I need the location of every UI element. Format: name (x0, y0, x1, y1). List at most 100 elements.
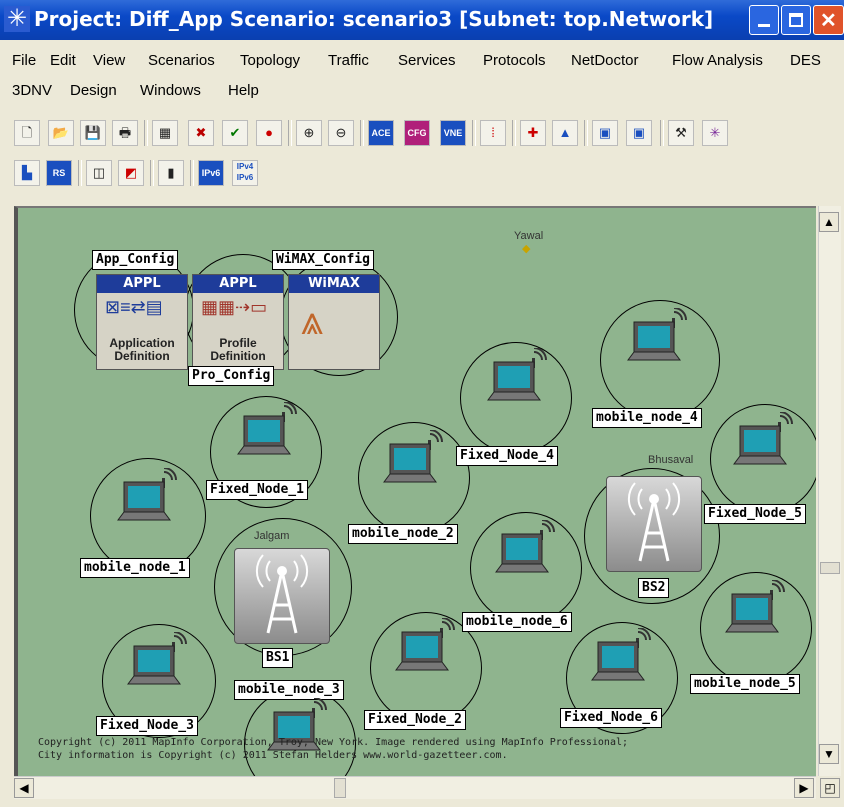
laptop-node[interactable] (114, 467, 184, 539)
scroll-left-button[interactable]: ◀ (14, 778, 34, 798)
menu-edit[interactable]: Edit (50, 52, 76, 69)
node-label: Fixed_Node_4 (456, 446, 558, 466)
menu-view[interactable]: View (93, 52, 125, 69)
vertical-scrollbar[interactable]: ▲ ▼ (818, 206, 841, 776)
zoom-out-icon[interactable]: ⊖ (328, 120, 354, 146)
ipv6-icon[interactable]: IPv6 (198, 160, 224, 186)
menu-protocols[interactable]: Protocols (483, 52, 546, 69)
menu-flow-analysis[interactable]: Flow Analysis (672, 52, 763, 69)
laptop-node[interactable] (234, 401, 304, 473)
toolbar-separator (190, 160, 194, 186)
cfg-icon[interactable]: CFG (404, 120, 430, 146)
menu-help[interactable]: Help (228, 82, 259, 99)
close-button[interactable]: ✕ (813, 5, 844, 35)
menu-topology[interactable]: Topology (240, 52, 300, 69)
grid-b-icon[interactable]: ▣ (626, 120, 652, 146)
node-label: BS1 (262, 648, 294, 668)
toolbar-separator (660, 120, 664, 146)
menu-file[interactable]: File (12, 52, 36, 69)
laptop-icon (627, 307, 687, 361)
horizontal-scroll-thumb[interactable] (334, 778, 346, 798)
laptop-icon (591, 627, 651, 681)
scroll-down-button[interactable]: ▼ (819, 744, 839, 764)
laptop-node[interactable] (392, 617, 462, 689)
antenna-tower-icon (255, 554, 309, 634)
node-label: mobile_node_6 (462, 612, 572, 632)
ipv4-ipv6-icon[interactable]: IPv4 IPv6 (232, 160, 258, 186)
application-definition-object[interactable]: APPL ⊠≡⇄▤ Application Definition (96, 274, 188, 370)
scroll-right-button[interactable]: ▶ (794, 778, 814, 798)
maximize-button[interactable] (781, 5, 811, 35)
node-label: mobile_node_5 (690, 674, 800, 694)
laptop-icon (487, 347, 547, 401)
node-label: mobile_node_4 (592, 408, 702, 428)
delete-icon[interactable]: ✖ (188, 120, 214, 146)
horizontal-scrollbar[interactable]: ◀ ▶ (14, 776, 816, 799)
verify-links-icon[interactable]: ✔ (222, 120, 248, 146)
wimax-config-object[interactable]: WiMAX ⩓ (288, 274, 380, 370)
configure-run-icon[interactable]: ✚ (520, 120, 546, 146)
vne-icon[interactable]: VNE (440, 120, 466, 146)
toolbar-separator (472, 120, 476, 146)
triangle-icon[interactable]: ▲ (552, 120, 578, 146)
toolbar-primary: 🗋 📂 💾 🖶 ▦ ✖ ✔ ● ⊕ ⊖ ACE CFG VNE ⁞ ✚ ▲ ▣ … (0, 114, 844, 152)
base-station-bs2[interactable] (606, 476, 702, 572)
minimize-button[interactable] (749, 5, 779, 35)
laptop-node[interactable] (588, 627, 658, 699)
base-station-bs1[interactable] (234, 548, 330, 644)
fail-node-icon[interactable]: ● (256, 120, 282, 146)
laptop-node[interactable] (492, 519, 562, 591)
config-header: APPL (193, 275, 283, 293)
laptop-node[interactable] (124, 631, 194, 703)
corner-resize-icon[interactable]: ◰ (820, 778, 840, 798)
menu-scenarios[interactable]: Scenarios (148, 52, 215, 69)
grid-a-icon[interactable]: ▣ (592, 120, 618, 146)
network-workspace[interactable]: Yawal ◆ Bhusaval Jalgam APPL ⊠≡⇄▤ Applica… (14, 206, 816, 776)
node-label: App_Config (92, 250, 179, 270)
antenna-tower-icon (627, 482, 681, 562)
zoom-in-icon[interactable]: ⊕ (296, 120, 322, 146)
laptop-node[interactable] (624, 307, 694, 379)
node-label: BS2 (638, 578, 670, 598)
network-icon[interactable]: ✳ (702, 120, 728, 146)
profile-definition-object[interactable]: APPL ▦▦⇢▭ Profile Definition (192, 274, 284, 370)
menu-3dnv[interactable]: 3DNV (12, 82, 52, 99)
vertical-scroll-thumb[interactable] (820, 562, 840, 574)
scroll-up-button[interactable]: ▲ (819, 212, 839, 232)
ace-icon[interactable]: ACE (368, 120, 394, 146)
menu-design[interactable]: Design (70, 82, 117, 99)
rs-icon[interactable]: RS (46, 160, 72, 186)
chart-a-icon[interactable]: ◫ (86, 160, 112, 186)
toolbar-separator (584, 120, 588, 146)
laptop-node[interactable] (722, 579, 792, 651)
config-header: WiMAX (289, 275, 379, 293)
laptop-icon (117, 467, 177, 521)
object-palette-icon[interactable]: ▦ (152, 120, 178, 146)
laptop-icon (733, 411, 793, 465)
traffic-light-icon[interactable]: ⁞ (480, 120, 506, 146)
menu-traffic[interactable]: Traffic (328, 52, 369, 69)
node-label: Fixed_Node_6 (560, 708, 662, 728)
config-header: APPL (97, 275, 187, 293)
chart-b-icon[interactable]: ◩ (118, 160, 144, 186)
config-caption: Profile Definition (210, 336, 266, 363)
menu-des[interactable]: DES (790, 52, 821, 69)
print-icon[interactable]: 🖶 (112, 120, 138, 146)
node-label: Pro_Config (188, 366, 275, 386)
menu-bar: File Edit View Scenarios Topology Traffi… (0, 40, 844, 108)
new-icon[interactable]: 🗋 (14, 120, 40, 146)
menu-netdoctor[interactable]: NetDoctor (571, 52, 639, 69)
open-icon[interactable]: 📂 (48, 120, 74, 146)
laptop-node[interactable] (730, 411, 800, 483)
city-icon[interactable]: ▙ (14, 160, 40, 186)
hammer-icon[interactable]: ⚒ (668, 120, 694, 146)
menu-services[interactable]: Services (398, 52, 456, 69)
laptop-node[interactable] (380, 429, 450, 501)
toolbar-secondary: ▙ RS ◫ ◩ ▮ IPv6 IPv4 IPv6 (0, 154, 844, 192)
column-icon[interactable]: ▮ (158, 160, 184, 186)
save-icon[interactable]: 💾 (80, 120, 106, 146)
menu-windows[interactable]: Windows (140, 82, 201, 99)
profile-icon: ▦▦⇢▭ (201, 297, 268, 317)
laptop-node[interactable] (484, 347, 554, 419)
toolbar-separator (360, 120, 364, 146)
